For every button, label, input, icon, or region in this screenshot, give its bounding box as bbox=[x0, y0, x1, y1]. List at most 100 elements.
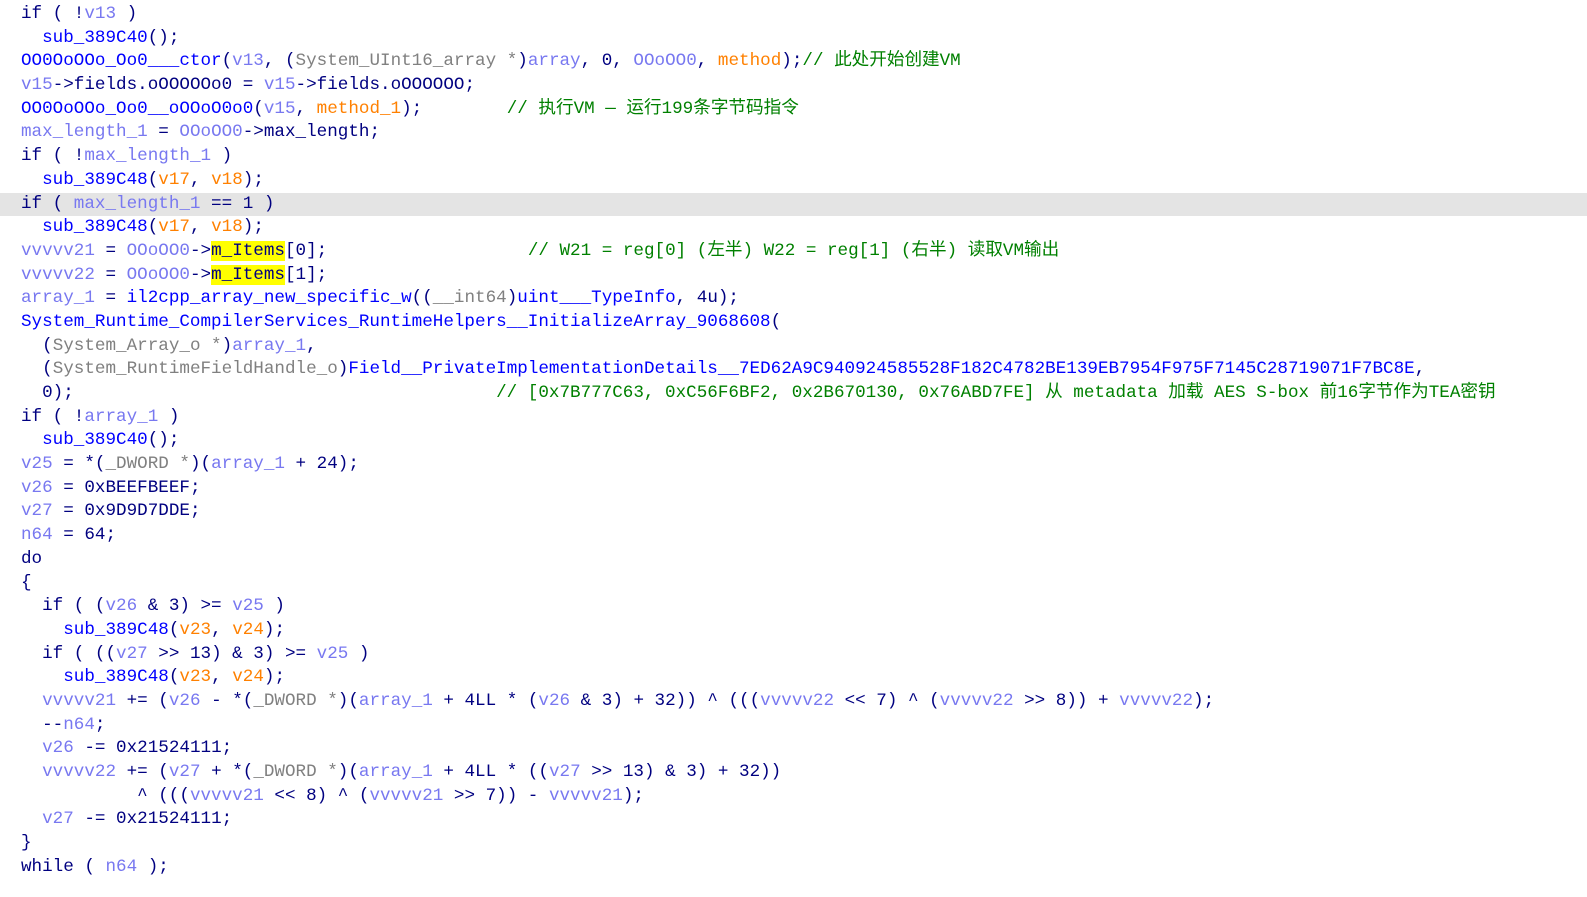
variable-name[interactable]: OOoOO0 bbox=[633, 51, 696, 71]
function-name[interactable]: System_Runtime_CompilerServices_RuntimeH… bbox=[21, 312, 771, 332]
code-line[interactable]: if ( !max_length_1 ) bbox=[0, 145, 1587, 169]
code-line[interactable]: OO0OoOOo_Oo0__oOOoO0o0(v15, method_1); /… bbox=[0, 98, 1587, 122]
code-line[interactable]: v25 = *(_DWORD *)(array_1 + 24); bbox=[0, 453, 1587, 477]
variable-name[interactable]: array_1 bbox=[359, 691, 433, 711]
code-line[interactable]: n64 = 64; bbox=[0, 524, 1587, 548]
code-line[interactable]: sub_389C40(); bbox=[0, 429, 1587, 453]
function-name[interactable]: sub_389C48 bbox=[42, 170, 148, 190]
function-name[interactable]: sub_389C48 bbox=[42, 217, 148, 237]
variable-name[interactable]: vvvvv21 bbox=[190, 786, 264, 806]
search-highlight[interactable]: m_Items bbox=[211, 240, 285, 261]
code-line[interactable]: 0); // [0x7B777C63, 0xC56F6BF2, 0x2B6701… bbox=[0, 382, 1587, 406]
function-name[interactable]: sub_389C48 bbox=[63, 667, 169, 687]
code-line[interactable]: v26 -= 0x21524111; bbox=[0, 737, 1587, 761]
code-line[interactable]: do bbox=[0, 548, 1587, 572]
code-line[interactable]: sub_389C48(v17, v18); bbox=[0, 169, 1587, 193]
function-name[interactable]: il2cpp_array_new_specific_w bbox=[127, 288, 412, 308]
code-line[interactable]: max_length_1 = OOoOO0->max_length; bbox=[0, 121, 1587, 145]
function-name[interactable]: sub_389C40 bbox=[42, 430, 148, 450]
code-line[interactable]: vvvvv21 += (v26 - *(_DWORD *)(array_1 + … bbox=[0, 690, 1587, 714]
variable-name[interactable]: v26 bbox=[21, 478, 53, 498]
code-line[interactable]: vvvvv22 += (v27 + *(_DWORD *)(array_1 + … bbox=[0, 761, 1587, 785]
code-line[interactable]: v26 = 0xBEEFBEEF; bbox=[0, 477, 1587, 501]
code-line[interactable]: vvvvv21 = OOoOO0->m_Items[0]; // W21 = r… bbox=[0, 240, 1587, 264]
variable-name[interactable]: n64 bbox=[21, 525, 53, 545]
code-line[interactable]: v27 = 0x9D9D7DDE; bbox=[0, 500, 1587, 524]
variable-name[interactable]: array_1 bbox=[21, 288, 95, 308]
variable-name[interactable]: v27 bbox=[116, 644, 148, 664]
argument-name[interactable]: v24 bbox=[232, 667, 264, 687]
code-line[interactable]: v27 -= 0x21524111; bbox=[0, 808, 1587, 832]
code-line[interactable]: sub_389C40(); bbox=[0, 27, 1587, 51]
variable-name[interactable]: n64 bbox=[105, 857, 137, 877]
variable-name[interactable]: vvvvv22 bbox=[760, 691, 834, 711]
variable-name[interactable]: vvvvv21 bbox=[549, 786, 623, 806]
code-line[interactable]: if ( (v26 & 3) >= v25 ) bbox=[0, 595, 1587, 619]
variable-name[interactable]: v13 bbox=[232, 51, 264, 71]
variable-name[interactable]: n64 bbox=[63, 715, 95, 735]
current-code-line[interactable]: if ( max_length_1 == 1 ) bbox=[0, 192, 1587, 217]
code-line[interactable]: --n64; bbox=[0, 714, 1587, 738]
argument-name[interactable]: v24 bbox=[232, 620, 264, 640]
variable-name[interactable]: v25 bbox=[317, 644, 349, 664]
function-name[interactable]: sub_389C40 bbox=[42, 28, 148, 48]
code-line[interactable]: (System_Array_o *)array_1, bbox=[0, 335, 1587, 359]
variable-name[interactable]: v27 bbox=[169, 762, 201, 782]
variable-name[interactable]: v27 bbox=[42, 809, 74, 829]
variable-name[interactable]: array_1 bbox=[84, 407, 158, 427]
code-line[interactable]: (System_RuntimeFieldHandle_o)Field__Priv… bbox=[0, 358, 1587, 382]
variable-name[interactable]: array_1 bbox=[359, 762, 433, 782]
code-line[interactable]: while ( n64 ); bbox=[0, 856, 1587, 880]
variable-name[interactable]: OOoOO0 bbox=[179, 122, 242, 142]
variable-name[interactable]: v26 bbox=[169, 691, 201, 711]
function-name[interactable]: OO0OoOOo_Oo0__oOOoO0o0 bbox=[21, 99, 253, 119]
argument-name[interactable]: v18 bbox=[211, 170, 243, 190]
variable-name[interactable]: v15 bbox=[264, 75, 296, 95]
code-line[interactable]: ^ (((vvvvv21 << 8) ^ (vvvvv21 >> 7)) - v… bbox=[0, 785, 1587, 809]
code-line[interactable]: if ( ((v27 >> 13) & 3) >= v25 ) bbox=[0, 643, 1587, 667]
code-line[interactable]: } bbox=[0, 832, 1587, 856]
variable-name[interactable]: v25 bbox=[21, 454, 53, 474]
code-line[interactable]: OO0OoOOo_Oo0___ctor(v13, (System_UInt16_… bbox=[0, 50, 1587, 74]
variable-name[interactable]: array_1 bbox=[211, 454, 285, 474]
pseudocode-view[interactable]: if ( !v13 ) sub_389C40(); OO0OoOOo_Oo0___… bbox=[0, 3, 1587, 879]
code-line[interactable]: { bbox=[0, 572, 1587, 596]
variable-name[interactable]: vvvvv22 bbox=[1119, 691, 1193, 711]
function-name[interactable]: OO0OoOOo_Oo0___ctor bbox=[21, 51, 222, 71]
code-line[interactable]: sub_389C48(v17, v18); bbox=[0, 216, 1587, 240]
argument-name[interactable]: v17 bbox=[158, 170, 190, 190]
variable-name[interactable]: vvvvv21 bbox=[42, 691, 116, 711]
variable-name[interactable]: vvvvv22 bbox=[42, 762, 116, 782]
variable-name[interactable]: v15 bbox=[21, 75, 53, 95]
variable-name[interactable]: array_1 bbox=[232, 336, 306, 356]
variable-name[interactable]: v27 bbox=[549, 762, 581, 782]
search-highlight[interactable]: m_Items bbox=[211, 264, 285, 285]
variable-name[interactable]: v13 bbox=[84, 4, 116, 24]
argument-name[interactable]: v18 bbox=[211, 217, 243, 237]
argument-name[interactable]: method_1 bbox=[317, 99, 401, 119]
argument-name[interactable]: v17 bbox=[158, 217, 190, 237]
variable-name[interactable]: vvvvv21 bbox=[369, 786, 443, 806]
argument-name[interactable]: v23 bbox=[179, 620, 211, 640]
code-line[interactable]: if ( !array_1 ) bbox=[0, 406, 1587, 430]
code-line[interactable]: v15->fields.oOOOOOo0 = v15->fields.oOOOO… bbox=[0, 74, 1587, 98]
argument-name[interactable]: v23 bbox=[179, 667, 211, 687]
variable-name[interactable]: v26 bbox=[538, 691, 570, 711]
function-name[interactable]: Field__PrivateImplementationDetails__7ED… bbox=[348, 359, 1414, 379]
variable-name[interactable]: v15 bbox=[264, 99, 296, 119]
variable-name[interactable]: v26 bbox=[105, 596, 137, 616]
function-name[interactable]: sub_389C48 bbox=[63, 620, 169, 640]
variable-name[interactable]: array bbox=[528, 51, 581, 71]
code-line[interactable]: System_Runtime_CompilerServices_RuntimeH… bbox=[0, 311, 1587, 335]
variable-name[interactable]: max_length_1 bbox=[21, 122, 148, 142]
argument-name[interactable]: method bbox=[718, 51, 781, 71]
variable-name[interactable]: v25 bbox=[232, 596, 264, 616]
variable-name[interactable]: v26 bbox=[42, 738, 74, 758]
code-line[interactable]: array_1 = il2cpp_array_new_specific_w((_… bbox=[0, 287, 1587, 311]
variable-name[interactable]: max_length_1 bbox=[74, 194, 201, 214]
variable-name[interactable]: vvvvv21 bbox=[21, 241, 95, 261]
variable-name[interactable]: vvvvv22 bbox=[21, 265, 95, 285]
code-line[interactable]: vvvvv22 = OOoOO0->m_Items[1]; bbox=[0, 264, 1587, 288]
variable-name[interactable]: vvvvv22 bbox=[940, 691, 1014, 711]
variable-name[interactable]: OOoOO0 bbox=[127, 241, 190, 261]
